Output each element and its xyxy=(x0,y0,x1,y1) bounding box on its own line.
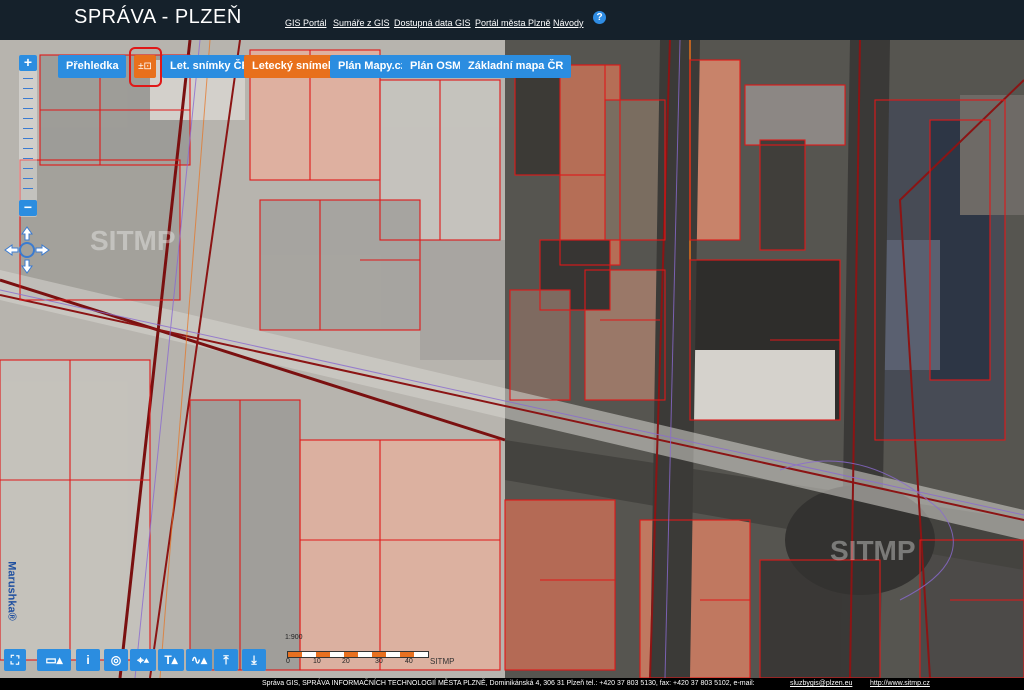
header-bar: SPRÁVA - PLZEŇ GIS Portál Sumáře z GIS D… xyxy=(0,0,1024,40)
zoom-tick xyxy=(23,88,33,89)
link-gis-summaries[interactable]: Sumáře z GIS xyxy=(333,18,390,28)
marushka-label: Marushka® xyxy=(5,561,18,621)
fullscreen-icon[interactable]: ⛶ xyxy=(4,649,26,671)
pan-left-icon[interactable] xyxy=(4,244,19,256)
footer-email-link[interactable]: sluzbygis@plzen.eu xyxy=(790,678,852,690)
pan-down-icon[interactable] xyxy=(21,259,33,274)
pan-up-icon[interactable] xyxy=(21,226,33,241)
zoom-slider[interactable] xyxy=(19,55,37,217)
zoom-in-button[interactable]: + xyxy=(19,55,37,71)
zoom-out-button[interactable]: − xyxy=(19,200,37,216)
scale-tick: 10 xyxy=(313,658,321,665)
footer-text: Správa GIS, SPRÁVA INFORMAČNÍCH TECHNOLO… xyxy=(262,680,755,687)
zoom-tick xyxy=(23,108,33,109)
link-gis-portal[interactable]: GIS Portál xyxy=(285,18,327,28)
footer-bar: Správa GIS, SPRÁVA INFORMAČNÍCH TECHNOLO… xyxy=(0,678,1024,690)
footer-web-link[interactable]: http://www.sitmp.cz xyxy=(870,678,930,690)
swipe-button-highlight xyxy=(129,47,162,87)
zoom-tick xyxy=(23,158,33,159)
base-map-button[interactable]: Základní mapa ČR xyxy=(460,55,572,78)
app-title: SPRÁVA - PLZEŇ xyxy=(74,6,242,28)
link-guides[interactable]: Návody xyxy=(553,18,584,28)
upload-icon[interactable]: ⤒ xyxy=(214,649,238,671)
location-icon[interactable]: ◎ xyxy=(104,649,128,671)
scale-tick: 40 xyxy=(405,658,413,665)
pan-right-icon[interactable] xyxy=(35,244,50,256)
map-drawing: SITMP SITMP xyxy=(0,40,1024,678)
zoom-tick xyxy=(23,178,33,179)
profile-icon[interactable]: ∿▴ xyxy=(186,649,212,671)
zoom-tick xyxy=(23,128,33,129)
text-tool-icon[interactable]: T▴ xyxy=(158,649,184,671)
pan-center-icon[interactable] xyxy=(19,242,35,258)
scale-tick: 30 xyxy=(375,658,383,665)
aerial-button[interactable]: Letecký snímek xyxy=(244,55,342,78)
scale-tick: 0 xyxy=(286,658,290,665)
link-city-portal[interactable]: Portál města Plzně xyxy=(475,18,551,28)
zoom-tick xyxy=(23,98,33,99)
zoom-tick xyxy=(23,148,33,149)
scale-ratio: 1:900 xyxy=(285,634,303,641)
watermark-sitmp: SITMP xyxy=(90,225,176,256)
measure-icon[interactable]: ▭▴ xyxy=(37,649,71,671)
zoom-tick xyxy=(23,138,33,139)
zoom-tick xyxy=(23,188,33,189)
link-available-data[interactable]: Dostupná data GIS xyxy=(394,18,471,28)
gps-icon[interactable]: ⌖▴ xyxy=(130,649,156,671)
sitmp-logo: SITMP xyxy=(430,657,455,666)
question-icon[interactable]: ? xyxy=(593,11,606,24)
watermark-sitmp: SITMP xyxy=(830,535,916,566)
scale-tick: 20 xyxy=(342,658,350,665)
download-icon[interactable]: ⤓ xyxy=(242,649,266,671)
scale-bar xyxy=(287,651,429,658)
zoom-tick xyxy=(23,168,33,169)
info-icon[interactable]: i xyxy=(76,649,100,671)
map-canvas[interactable]: SITMP SITMP xyxy=(0,40,1024,678)
pan-control[interactable] xyxy=(4,225,50,275)
overview-button[interactable]: Přehledka xyxy=(58,55,126,78)
zoom-tick xyxy=(23,78,33,79)
zoom-tick xyxy=(23,118,33,119)
